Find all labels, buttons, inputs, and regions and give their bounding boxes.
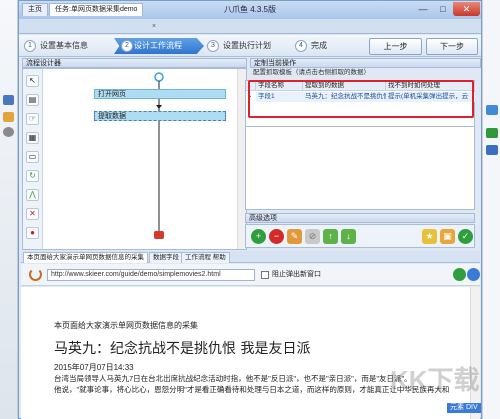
tab-bar xyxy=(19,19,481,34)
desktop-app-icon[interactable] xyxy=(3,95,14,105)
refresh-icon[interactable] xyxy=(29,268,42,281)
stop-tool-icon[interactable]: ✕ xyxy=(26,208,39,220)
field-toolbar: + − ✎ ⊘ ↑ ↓ ★ ▣ ✓ xyxy=(245,224,475,248)
web-page-view[interactable]: 本页面给大家演示单网页数据信息的采集 马英九：纪念抗战不是挑仇恨 我是友日派 2… xyxy=(21,287,480,419)
advanced-options-title[interactable]: 高级选项 xyxy=(245,213,475,223)
article-paragraph[interactable]: 台湾当局领导人马英九7日在台北出席抗战纪念活动时指，他不是"反日派"，也不是"亲… xyxy=(54,373,412,384)
desktop: 八爪鱼 4.3.5版 — □ ✕ 主页 任务:单网页数据采集demo × 1 设… xyxy=(0,0,500,419)
tab-close-icon[interactable]: × xyxy=(152,19,156,34)
desktop-app-icon[interactable] xyxy=(486,128,498,138)
step-number: 2 xyxy=(121,40,133,52)
tab-home[interactable]: 主页 xyxy=(22,3,48,16)
browser-tab-page[interactable]: 本页面给大家演示单网页数据信息的采集 xyxy=(23,252,148,263)
block-popup-checkbox[interactable] xyxy=(261,271,269,279)
step-number: 1 xyxy=(24,40,36,52)
wizard-step-schedule[interactable]: 3 设置执行计划 xyxy=(207,38,293,54)
branch-tool-icon[interactable]: ⋀ xyxy=(26,189,39,201)
settings-subtitle: 配置抓取模板（请点击右侧抓取的数据） xyxy=(253,69,370,76)
article-title[interactable]: 马英九：纪念抗战不是挑仇恨 我是友日派 xyxy=(54,338,310,358)
loop-tool-icon[interactable]: ↻ xyxy=(26,170,39,182)
wizard-step-finish[interactable]: 4 完成 xyxy=(295,38,355,54)
page-heading[interactable]: 本页面给大家演示单网页数据信息的采集 xyxy=(54,320,198,331)
step-label: 设置执行计划 xyxy=(223,41,271,50)
wizard-step-basic-info[interactable]: 1 设置基本信息 xyxy=(24,38,112,54)
flow-designer-title: 流程设计器 xyxy=(22,58,247,68)
extract-tool-icon[interactable]: ▦ xyxy=(26,132,39,144)
pointer-tool-icon[interactable]: ↖ xyxy=(26,75,39,87)
grid-empty-area xyxy=(245,127,475,210)
step-label: 完成 xyxy=(311,41,327,50)
desktop-app-icon[interactable] xyxy=(486,145,498,155)
browser-tab-fields[interactable]: 数据字段 xyxy=(149,252,183,263)
maximize-button[interactable]: □ xyxy=(433,2,453,16)
desktop-left-strip xyxy=(0,0,18,419)
flow-start-icon xyxy=(154,72,164,82)
block-popup-label: 阻止弹出新窗口 xyxy=(272,271,321,278)
gear-icon[interactable] xyxy=(3,127,14,137)
input-tool-icon[interactable]: ▭ xyxy=(26,151,39,163)
folder-icon[interactable]: ▣ xyxy=(440,229,455,244)
go-icon[interactable] xyxy=(453,268,466,281)
settings-title: 定制当前操作 xyxy=(250,58,481,68)
navigate-icon[interactable] xyxy=(467,268,480,281)
open-page-tool-icon[interactable]: ▤ xyxy=(26,94,39,106)
step-number: 4 xyxy=(295,40,307,52)
address-bar: http://www.skieer.com/guide/demo/simplem… xyxy=(21,264,480,286)
wizard-step-workflow[interactable]: 2 设计工作流程 xyxy=(114,38,204,54)
element-label: 元素 DIV xyxy=(447,403,481,413)
edit-field-icon[interactable]: ✎ xyxy=(287,229,302,244)
tab-task[interactable]: 任务:单网页数据采集demo xyxy=(49,3,144,16)
flow-designer: ↖ ▤ ☞ ▦ ▭ ↻ ⋀ ✕ ● 打开网页 提取数据 xyxy=(22,68,247,250)
remove-field-icon[interactable]: − xyxy=(269,229,284,244)
url-input[interactable]: http://www.skieer.com/guide/demo/simplem… xyxy=(47,269,255,281)
flow-canvas[interactable]: 打开网页 提取数据 xyxy=(44,69,237,249)
flow-end-icon xyxy=(154,231,164,239)
confirm-icon[interactable]: ✓ xyxy=(458,229,473,244)
close-button[interactable]: ✕ xyxy=(453,2,480,16)
desktop-app-icon[interactable] xyxy=(3,112,14,122)
move-up-icon[interactable]: ↑ xyxy=(323,229,338,244)
page-scrollbar[interactable] xyxy=(470,287,480,419)
flow-arrow-icon xyxy=(156,105,162,109)
flow-node-open-page[interactable]: 打开网页 xyxy=(94,89,226,99)
next-step-button[interactable]: 下一步 xyxy=(426,38,478,55)
article-date[interactable]: 2015年07月07日14:33 xyxy=(54,362,134,373)
clear-field-icon[interactable]: ⊘ xyxy=(305,229,320,244)
desktop-app-icon[interactable] xyxy=(486,105,498,115)
add-field-icon[interactable]: + xyxy=(251,229,266,244)
minimize-button[interactable]: — xyxy=(413,2,433,16)
flow-node-extract-data[interactable]: 提取数据 xyxy=(94,111,226,121)
highlight-box xyxy=(248,80,474,118)
move-down-icon[interactable]: ↓ xyxy=(341,229,356,244)
save-template-icon[interactable]: ★ xyxy=(422,229,437,244)
step-label: 设置基本信息 xyxy=(40,41,88,50)
flow-toolbox: ↖ ▤ ☞ ▦ ▭ ↻ ⋀ ✕ ● xyxy=(23,69,43,249)
click-tool-icon[interactable]: ☞ xyxy=(26,113,39,125)
prev-step-button[interactable]: 上一步 xyxy=(369,38,422,55)
watermark: KK下载 xyxy=(390,365,480,395)
step-number: 3 xyxy=(207,40,219,52)
wizard-bar: 1 设置基本信息 2 设计工作流程 3 设置执行计划 4 完成 上一步 下一步 xyxy=(19,35,481,57)
browser-tab-workflow-help[interactable]: 工作流程 帮助 xyxy=(181,252,230,263)
browser-tab-bar: 本页面给大家演示单网页数据信息的采集 数据字段 工作流程 帮助 xyxy=(21,251,480,263)
end-tool-icon[interactable]: ● xyxy=(26,227,39,239)
desktop-right-strip xyxy=(482,0,500,419)
step-label: 设计工作流程 xyxy=(134,41,182,50)
